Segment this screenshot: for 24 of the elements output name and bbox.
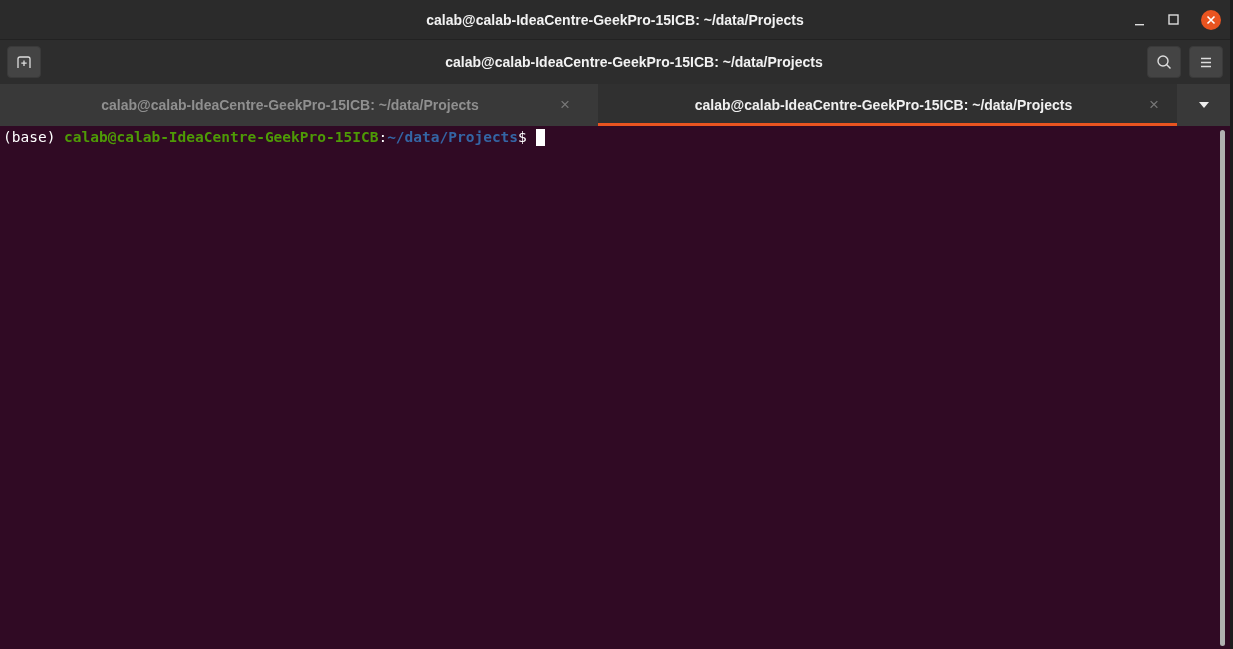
tab-close-button[interactable]: × <box>550 95 580 115</box>
menu-button[interactable] <box>1189 46 1223 78</box>
prompt-user-host: calab@calab-IdeaCentre-GeekPro-15ICB <box>64 128 379 146</box>
prompt-text: : <box>378 128 388 146</box>
menu-icon <box>1200 56 1212 68</box>
tab-close-button[interactable]: × <box>1139 95 1169 115</box>
maximize-icon[interactable] <box>1168 14 1179 25</box>
tab[interactable]: calab@calab-IdeaCentre-GeekPro-15ICB: ~/data/Projects × <box>0 84 588 126</box>
window-title: calab@calab-IdeaCentre-GeekPro-15ICB: ~/data/Projects <box>425 11 805 28</box>
tab-label: calab@calab-IdeaCentre-GeekPro-15ICB: ~/data/Projects <box>693 97 1074 113</box>
header-title: calab@calab-IdeaCentre-GeekPro-15ICB: ~/data/Projects <box>444 54 824 70</box>
tab-label: calab@calab-IdeaCentre-GeekPro-15ICB: ~/data/Projects <box>100 97 480 113</box>
search-icon <box>1156 54 1172 70</box>
new-tab-button[interactable] <box>7 46 41 78</box>
search-button[interactable] <box>1147 46 1181 78</box>
scrollbar[interactable] <box>1220 130 1225 646</box>
dropdown-caret-icon[interactable] <box>1198 102 1209 108</box>
prompt-text: $ <box>518 128 528 146</box>
terminal-area[interactable]: (base) calab@calab-IdeaCentre-GeekPro-15ICB:~/data/Projects$ <box>0 126 1230 649</box>
prompt-text: (base) <box>3 128 57 146</box>
close-icon[interactable] <box>1201 9 1221 30</box>
prompt-path: ~/data/Projects <box>387 128 519 146</box>
new-tab-icon <box>16 55 32 69</box>
tab[interactable]: calab@calab-IdeaCentre-GeekPro-15ICB: ~/data/Projects × <box>598 84 1177 126</box>
